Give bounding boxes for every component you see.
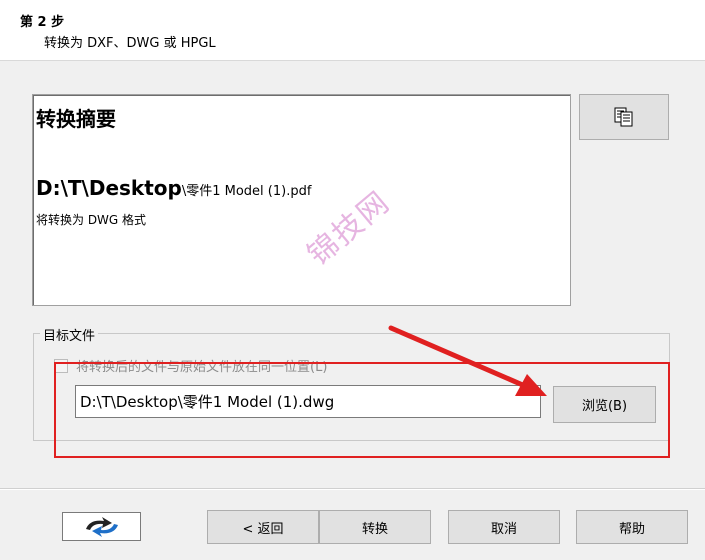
step-title: 第 2 步	[20, 15, 65, 30]
summary-source-path: D:\T\Desktop\零件1 Model (1).pdf	[36, 176, 311, 200]
browse-button[interactable]: 浏览(B)	[553, 386, 656, 423]
same-location-checkbox[interactable]	[54, 358, 68, 373]
app-logo-button[interactable]	[62, 512, 141, 541]
summary-heading: 转换摘要	[36, 107, 116, 131]
back-button[interactable]: < 返回	[207, 510, 319, 544]
summary-source-folder: D:\T\Desktop	[36, 176, 182, 200]
copy-clipboard-icon	[614, 107, 633, 127]
conversion-summary-box: 转换摘要 D:\T\Desktop\零件1 Model (1).pdf 将转换为…	[32, 94, 571, 306]
app-logo-icon	[85, 516, 118, 537]
same-location-checkbox-row: 将转换后的文件与原始文件放在同一位置(L)	[54, 356, 327, 375]
help-button[interactable]: 帮助	[576, 510, 688, 544]
footer-divider-highlight	[0, 489, 705, 490]
same-location-checkbox-label: 将转换后的文件与原始文件放在同一位置(L)	[76, 360, 328, 375]
summary-source-file: \零件1 Model (1).pdf	[181, 184, 312, 199]
cancel-button[interactable]: 取消	[448, 510, 560, 544]
summary-note: 将转换为 DWG 格式	[36, 213, 147, 227]
target-file-group-label: 目标文件	[40, 325, 99, 344]
step-subtitle: 转换为 DXF、DWG 或 HPGL	[44, 36, 216, 51]
wizard-header: 第 2 步 转换为 DXF、DWG 或 HPGL	[0, 0, 705, 61]
copy-summary-button[interactable]	[579, 94, 669, 140]
convert-button[interactable]: 转换	[319, 510, 431, 544]
annotation-arrow	[388, 325, 547, 396]
